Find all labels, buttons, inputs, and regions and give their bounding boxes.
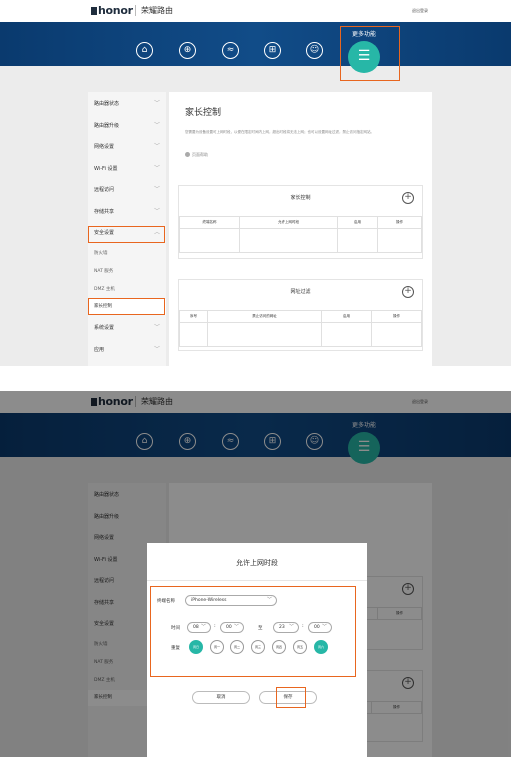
url-filter-table: 序号 禁止访问的网址 启用 操作 bbox=[179, 310, 422, 347]
router-screen-time-dialog: honor 荣耀路由 退出登录 ⌂ ⊕ ≈ ⊞ ☺ 更多功能 ☰ 路由器状态 路… bbox=[0, 391, 511, 757]
cancel-button[interactable]: 取消 bbox=[192, 691, 250, 704]
column-header: 终端名称 bbox=[179, 216, 240, 229]
start-minute-select[interactable]: 00 ﹀ bbox=[220, 622, 244, 633]
parental-control-card: 家长控制 + 终端名称 允许上网时段 启用 操作 bbox=[178, 185, 423, 259]
chevron-down-icon: ﹀ bbox=[288, 624, 294, 630]
table-cell bbox=[239, 228, 338, 253]
day-toggle-wed[interactable]: 周三 bbox=[251, 640, 265, 654]
start-hour-select[interactable]: 08 ﹀ bbox=[187, 622, 211, 633]
chevron-down-icon: ﹀ bbox=[153, 324, 160, 331]
main-content: 家长控制 您需要为设备设置可上网时段，以便在限定时间内上网，超出时段将无法上网；… bbox=[169, 92, 432, 366]
column-header: 允许上网时段 bbox=[239, 216, 338, 229]
chevron-down-icon: ﹀ bbox=[153, 346, 160, 353]
sidebar-item-system[interactable]: 系统设置 ﹀ bbox=[88, 318, 166, 338]
logout-link[interactable]: 退出登录 bbox=[412, 8, 428, 14]
colon: : bbox=[302, 623, 304, 629]
sidebar-item-router-upgrade[interactable]: 路由器升级 ﹀ bbox=[88, 116, 166, 136]
highlight-more-button bbox=[340, 26, 400, 81]
end-hour-select[interactable]: 23 ﹀ bbox=[273, 622, 299, 633]
end-minute-select[interactable]: 00 ﹀ bbox=[308, 622, 332, 633]
column-header: 操作 bbox=[371, 310, 422, 323]
highlight-parental-control bbox=[88, 298, 165, 315]
table-cell bbox=[207, 322, 322, 347]
device-select[interactable]: iPhone-Wireless ﹀ bbox=[185, 595, 277, 606]
chevron-down-icon: ﹀ bbox=[233, 624, 239, 630]
brand-name: 荣耀路由 bbox=[141, 6, 173, 15]
highlight-security bbox=[88, 226, 165, 243]
network-icon[interactable]: ⊞ bbox=[264, 42, 281, 59]
table-cell bbox=[371, 322, 422, 347]
main-nav: ⌂ ⊕ ≈ ⊞ ☺ 更多功能 ☰ bbox=[0, 22, 511, 73]
sidebar-item-router-status[interactable]: 路由器状态 ﹀ bbox=[88, 94, 166, 114]
chevron-down-icon: ﹀ bbox=[153, 208, 160, 215]
top-bar: honor 荣耀路由 退出登录 bbox=[0, 0, 511, 22]
time-period-dialog: 允许上网时段 终端名称 iPhone-Wireless ﹀ 时间 08 ﹀ : 00… bbox=[147, 543, 367, 757]
home-icon[interactable]: ⌂ bbox=[136, 42, 153, 59]
page-title: 家长控制 bbox=[185, 108, 222, 118]
day-toggle-mon[interactable]: 周一 bbox=[210, 640, 224, 654]
chevron-down-icon: ﹀ bbox=[153, 186, 160, 193]
column-header: 启用 bbox=[337, 216, 378, 229]
table-cell bbox=[179, 228, 240, 253]
sidebar-sub-nat[interactable]: NAT 服务 bbox=[88, 264, 166, 280]
column-header: 启用 bbox=[321, 310, 372, 323]
sidebar-sub-firewall[interactable]: 防火墙 bbox=[88, 246, 166, 262]
parental-table: 终端名称 允许上网时段 启用 操作 bbox=[179, 216, 422, 253]
day-toggle-tue[interactable]: 周二 bbox=[230, 640, 244, 654]
day-toggle-thu[interactable]: 周四 bbox=[272, 640, 286, 654]
router-screen-parental-control: honor 荣耀路由 退出登录 ⌂ ⊕ ≈ ⊞ ☺ 更多功能 ☰ 路由器状态 ﹀ … bbox=[0, 0, 511, 366]
user-icon[interactable]: ☺ bbox=[306, 42, 323, 59]
honor-logo: honor bbox=[91, 4, 133, 17]
device-label: 终端名称 bbox=[157, 599, 175, 604]
sidebar-item-wifi[interactable]: Wi-Fi 设置 ﹀ bbox=[88, 159, 166, 179]
chevron-down-icon: ﹀ bbox=[266, 597, 272, 603]
highlight-save bbox=[276, 687, 306, 708]
table-cell bbox=[179, 322, 208, 347]
chevron-down-icon: ﹀ bbox=[153, 143, 160, 150]
day-toggle-sun[interactable]: 周日 bbox=[189, 640, 203, 654]
sidebar-item-network[interactable]: 网络设置 ﹀ bbox=[88, 137, 166, 157]
globe-icon[interactable]: ⊕ bbox=[179, 42, 196, 59]
column-header: 序号 bbox=[179, 310, 208, 323]
add-icon[interactable]: + bbox=[402, 286, 414, 298]
table-cell bbox=[337, 228, 378, 253]
wifi-icon[interactable]: ≈ bbox=[222, 42, 239, 59]
chevron-down-icon: ﹀ bbox=[321, 624, 327, 630]
sidebar-item-apps[interactable]: 应用 ﹀ bbox=[88, 340, 166, 360]
sidebar-item-storage[interactable]: 存储共享 ﹀ bbox=[88, 202, 166, 222]
chevron-down-icon: ﹀ bbox=[153, 122, 160, 129]
column-header: 禁止访问的网址 bbox=[207, 310, 322, 323]
brand-divider bbox=[135, 5, 136, 16]
dialog-title: 允许上网时段 bbox=[236, 559, 278, 567]
chevron-down-icon: ﹀ bbox=[153, 165, 160, 172]
sidebar-sub-dmz[interactable]: DMZ 主机 bbox=[88, 282, 166, 298]
help-link[interactable]: 页面帮助 bbox=[185, 152, 208, 158]
url-filter-card: 网址过滤 + 序号 禁止访问的网址 启用 操作 bbox=[178, 279, 423, 351]
time-label: 时间 bbox=[171, 626, 180, 631]
repeat-label: 重复 bbox=[171, 646, 180, 651]
add-icon[interactable]: + bbox=[402, 192, 414, 204]
colon: : bbox=[214, 623, 216, 629]
day-toggle-fri[interactable]: 周五 bbox=[293, 640, 307, 654]
help-icon bbox=[185, 152, 190, 157]
chevron-down-icon: ﹀ bbox=[153, 100, 160, 107]
chevron-down-icon: ﹀ bbox=[200, 624, 206, 630]
sidebar-item-remote-access[interactable]: 远程访问 ﹀ bbox=[88, 180, 166, 200]
table-cell bbox=[377, 228, 422, 253]
day-toggle-sat[interactable]: 周六 bbox=[314, 640, 328, 654]
column-header: 操作 bbox=[377, 216, 422, 229]
page-description: 您需要为设备设置可上网时段，以便在限定时间内上网，超出时段将无法上网；也可以设置… bbox=[185, 130, 374, 134]
card-title: 家长控制 bbox=[290, 195, 311, 201]
card-title: 网址过滤 bbox=[290, 289, 311, 295]
table-cell bbox=[321, 322, 372, 347]
divider bbox=[147, 580, 367, 581]
to-label: 至 bbox=[258, 626, 263, 631]
